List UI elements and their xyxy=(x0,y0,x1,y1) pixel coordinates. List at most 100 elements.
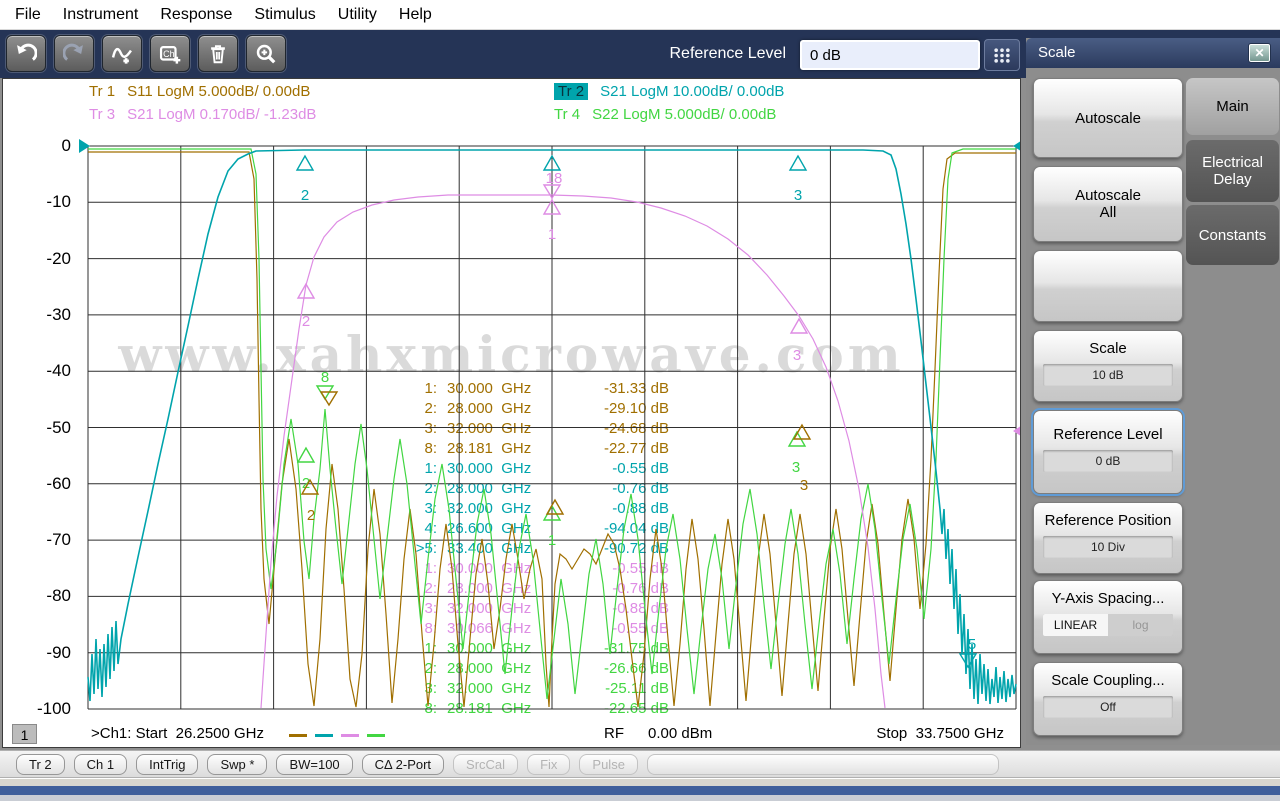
scale-coupling-button[interactable]: Scale Coupling... Off xyxy=(1033,662,1183,736)
zoom-button[interactable] xyxy=(246,35,286,72)
trace-format: S21 LogM 10.00dB/ 0.00dB xyxy=(600,83,785,100)
reference-level-button[interactable]: Reference Level 0 dB xyxy=(1033,410,1183,494)
marker-number: 2: xyxy=(424,660,437,677)
marker-value: -22.77 dB xyxy=(603,440,669,457)
y-axis-label: 0 xyxy=(61,136,71,155)
y-axis-label: -80 xyxy=(46,586,71,606)
marker-row: 1: 30.000 GHz -0.55 dB xyxy=(401,559,669,579)
marker-row: 2: 28.000 GHz -29.10 dB xyxy=(401,399,669,419)
marker-label: 18 xyxy=(546,170,563,187)
marker-frequency: 32.000 GHz xyxy=(447,420,532,437)
marker-value: -0.76 dB xyxy=(612,480,669,497)
y-axis-spacing-button[interactable]: Y-Axis Spacing... LINEAR log xyxy=(1033,580,1183,654)
menu-item-help[interactable]: Help xyxy=(388,6,443,24)
trace-swatch xyxy=(367,734,385,737)
magnifier-plus-icon xyxy=(256,44,276,63)
tab-constants[interactable]: Constants xyxy=(1186,205,1279,265)
y-axis-spacing-label: Y-Axis Spacing... xyxy=(1051,590,1165,607)
legend-entry-tr2[interactable]: Tr 2 S21 LogM 10.00dB/ 0.00dB xyxy=(554,83,784,100)
marker-row: 8: 28.181 GHz -22.77 dB xyxy=(401,439,669,459)
scale-button-label: Scale xyxy=(1089,340,1127,357)
marker-row: 3: 32.000 GHz -0.88 dB xyxy=(401,599,669,619)
marker-frequency: 28.000 GHz xyxy=(447,480,532,497)
blank-button[interactable] xyxy=(1033,250,1183,322)
linear-option[interactable]: LINEAR xyxy=(1043,614,1108,636)
legend-entry-tr4[interactable]: Tr 4 S22 LogM 5.000dB/ 0.00dB xyxy=(554,106,776,123)
reference-position-button[interactable]: Reference Position 10 Div xyxy=(1033,502,1183,574)
menu-item-stimulus[interactable]: Stimulus xyxy=(243,6,326,24)
marker-frequency: 30.000 GHz xyxy=(447,640,532,657)
marker-triangle-up xyxy=(295,154,315,171)
add-trace-button[interactable] xyxy=(102,35,142,72)
trace-id: Tr 3 xyxy=(89,106,116,123)
marker-row: >5: 33.400 GHz -90.72 dB xyxy=(401,539,669,559)
status-button-swp-[interactable]: Swp * xyxy=(207,753,268,775)
marker-label: 3 xyxy=(794,187,802,204)
marker-number: 2: xyxy=(424,480,437,497)
reference-level-input[interactable] xyxy=(800,40,980,70)
channel-number-badge[interactable]: 1 xyxy=(12,724,37,744)
marker-value: -0.88 dB xyxy=(612,500,669,517)
marker-value: -0.55 dB xyxy=(612,620,669,637)
add-channel-button[interactable]: Ch xyxy=(150,35,190,72)
log-option[interactable]: log xyxy=(1108,614,1173,636)
autoscale-button[interactable]: Autoscale xyxy=(1033,78,1183,158)
legend-entry-tr1[interactable]: Tr 1 S11 LogM 5.000dB/ 0.00dB xyxy=(89,83,310,100)
menu-item-file[interactable]: File xyxy=(4,6,52,24)
tab-electrical-delay[interactable]: Electrical Delay xyxy=(1186,140,1279,202)
marker-frequency: 28.000 GHz xyxy=(447,580,532,597)
marker-row: 2: 28.000 GHz -0.76 dB xyxy=(401,579,669,599)
status-button-bw-100[interactable]: BW=100 xyxy=(276,753,353,775)
status-button-tr-2[interactable]: Tr 2 xyxy=(16,753,65,775)
sweep-start-label: >Ch1: Start 26.2500 GHz xyxy=(91,725,265,742)
marker-row: 2: 28.000 GHz -26.66 dB xyxy=(401,659,669,679)
marker-frequency: 32.000 GHz xyxy=(447,500,532,517)
keypad-button[interactable] xyxy=(984,39,1020,71)
close-icon[interactable]: ✕ xyxy=(1248,43,1271,63)
status-button-inttrig[interactable]: IntTrig xyxy=(136,753,199,775)
marker-number: 3: xyxy=(424,420,437,437)
marker-triangle-down xyxy=(319,391,339,407)
scale-button[interactable]: Scale 10 dB xyxy=(1033,330,1183,402)
rf-power-value: 0.00 dBm xyxy=(648,725,713,742)
y-axis-label: -70 xyxy=(46,530,71,550)
marker-number: 2: xyxy=(424,400,437,417)
menu-item-instrument[interactable]: Instrument xyxy=(52,6,150,24)
marker-number: 8: xyxy=(424,700,437,717)
marker-triangle-down xyxy=(958,653,978,669)
marker-number: 1: xyxy=(424,560,437,577)
reference-level-label: Reference Level xyxy=(1053,426,1163,443)
scale-value: 10 dB xyxy=(1043,364,1173,386)
trace-id: Tr 1 xyxy=(89,83,116,100)
tab-main[interactable]: Main xyxy=(1186,78,1279,135)
status-button-fix: Fix xyxy=(527,753,571,775)
marker-triangle-down xyxy=(542,184,562,200)
marker-value: -31.75 dB xyxy=(603,640,669,657)
menu-item-response[interactable]: Response xyxy=(149,6,243,24)
marker-number: 4: xyxy=(424,520,437,537)
marker-triangle-up xyxy=(787,430,807,447)
marker-frequency: 28.181 GHz xyxy=(447,700,532,717)
menu-item-utility[interactable]: Utility xyxy=(327,6,388,24)
scale-panel-title: Scale xyxy=(1038,44,1076,61)
add-channel-icon: Ch xyxy=(159,45,181,64)
y-axis-label: -30 xyxy=(46,304,71,324)
marker-label: 2 xyxy=(302,475,310,492)
marker-label: 3 xyxy=(792,459,800,476)
delete-button[interactable] xyxy=(198,35,238,72)
marker-label: 5 xyxy=(968,636,976,653)
autoscale-all-button[interactable]: Autoscale All xyxy=(1033,166,1183,242)
status-button-blank xyxy=(646,753,999,775)
reference-position-value: 10 Div xyxy=(1043,536,1173,558)
scale-panel: Scale ✕ Autoscale Autoscale All Scale 10… xyxy=(1026,38,1280,745)
status-button-ch-1[interactable]: Ch 1 xyxy=(73,753,128,775)
scale-coupling-value: Off xyxy=(1043,696,1173,718)
marker-value: -0.55 dB xyxy=(612,560,669,577)
marker-value: -90.72 dB xyxy=(603,540,669,557)
marker-value: -0.76 dB xyxy=(612,580,669,597)
marker-frequency: 30.000 GHz xyxy=(447,460,532,477)
redo-button[interactable] xyxy=(54,35,94,72)
undo-button[interactable] xyxy=(6,35,46,72)
legend-entry-tr3[interactable]: Tr 3 S21 LogM 0.170dB/ -1.23dB xyxy=(89,106,316,123)
status-button-c-2-port[interactable]: CΔ 2-Port xyxy=(361,753,445,775)
